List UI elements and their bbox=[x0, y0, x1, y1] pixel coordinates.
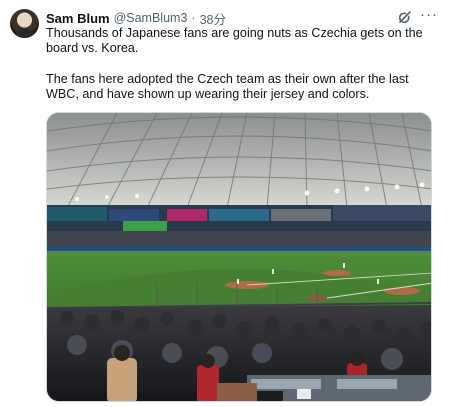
more-options-icon[interactable]: ··· bbox=[419, 7, 439, 25]
tweet-card[interactable]: Sam Blum @SamBlum3 · 38分 ··· Thousands o… bbox=[0, 0, 450, 407]
tweet-text-paragraph-2: The fans here adopted the Czech team as … bbox=[46, 71, 409, 102]
stadium-photo bbox=[47, 113, 431, 401]
tweet-photo[interactable] bbox=[46, 112, 432, 402]
author-name[interactable]: Sam Blum bbox=[46, 11, 110, 26]
author-handle[interactable]: @SamBlum3 bbox=[114, 11, 188, 25]
tweet-text: Thousands of Japanese fans are going nut… bbox=[46, 26, 432, 103]
separator-dot: · bbox=[191, 11, 196, 25]
timestamp[interactable]: 38分 bbox=[200, 9, 226, 28]
grok-icon[interactable] bbox=[397, 9, 413, 25]
tweet-header: Sam Blum @SamBlum3 · 38分 bbox=[46, 9, 226, 27]
avatar[interactable] bbox=[10, 9, 39, 38]
tweet-text-paragraph-1: Thousands of Japanese fans are going nut… bbox=[46, 26, 423, 56]
